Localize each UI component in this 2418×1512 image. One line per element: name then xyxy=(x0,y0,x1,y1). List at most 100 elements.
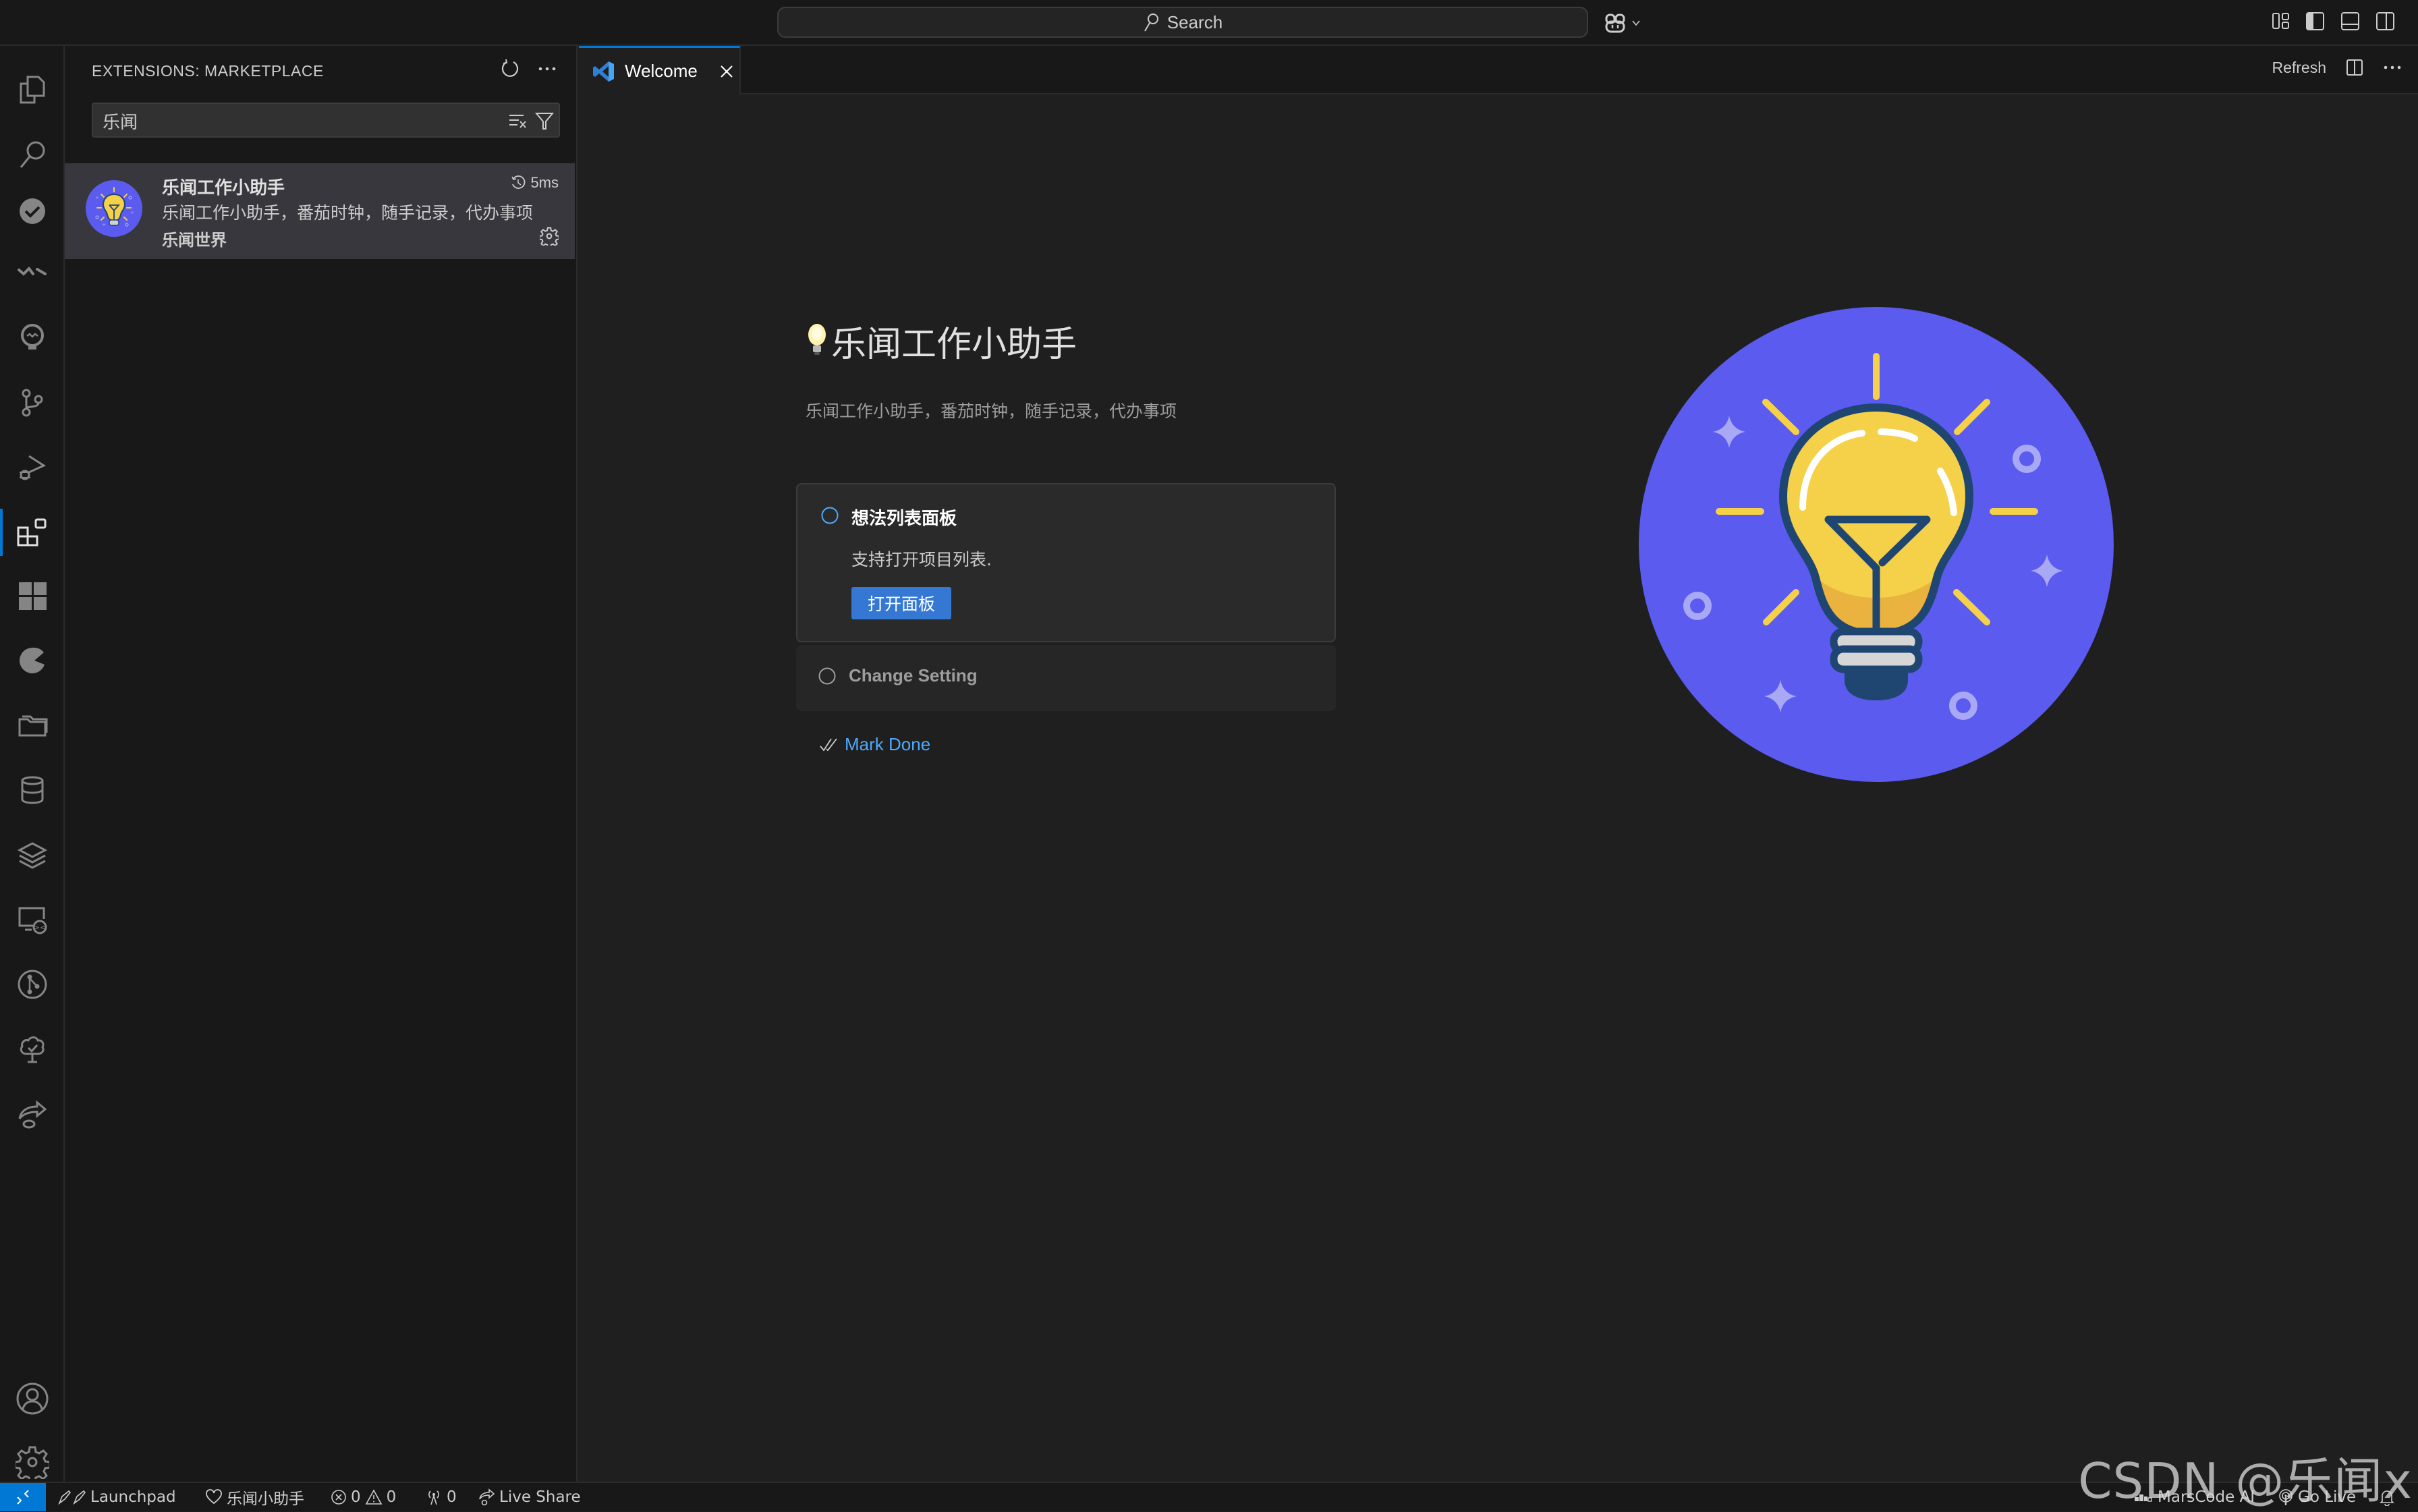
extension-status-label: 乐闻小助手 xyxy=(227,1490,304,1508)
extension-publisher: 乐闻世界 xyxy=(162,231,227,250)
walkthrough-title: 乐闻工作小助手 xyxy=(806,316,1077,366)
live-share-label: Live Share xyxy=(499,1488,581,1506)
account-icon xyxy=(16,1382,49,1416)
live-share-icon xyxy=(17,1098,48,1129)
activity-source-control[interactable] xyxy=(0,372,65,433)
primary-sidebar-icon xyxy=(2305,11,2329,31)
search-box-actions xyxy=(507,111,555,131)
check-all-icon xyxy=(819,737,839,753)
tab-welcome[interactable]: Welcome xyxy=(579,46,741,94)
error-icon xyxy=(331,1489,347,1505)
walkthrough-step-expanded[interactable]: 想法列表面板 支持打开项目列表. 打开面板 xyxy=(796,483,1336,642)
vscode-logo-icon xyxy=(592,60,615,83)
extensions-icon xyxy=(16,517,49,548)
activity-tree-check[interactable] xyxy=(0,1019,65,1080)
heart-icon xyxy=(205,1489,223,1505)
status-bar: Launchpad 乐闻小助手 0 0 0 Live Share MarsCod… xyxy=(0,1482,2418,1511)
filter-icon[interactable] xyxy=(534,111,555,131)
activity-search[interactable] xyxy=(0,124,65,185)
split-editor-icon[interactable] xyxy=(2345,58,2364,77)
command-center-search[interactable]: Search xyxy=(777,7,1588,38)
activity-explorer[interactable] xyxy=(0,59,65,120)
launchpad-item[interactable]: Launchpad xyxy=(57,1483,176,1511)
extensions-search-box xyxy=(92,103,560,138)
activity-layers[interactable] xyxy=(0,824,65,885)
history-icon xyxy=(510,175,526,191)
svg-text:><: >< xyxy=(34,924,46,932)
chevron-down-icon xyxy=(1631,20,1641,26)
source-control-icon xyxy=(17,387,48,418)
sidebar-title: EXTENSIONS: MARKETPLACE xyxy=(92,62,324,80)
mark-done-label: Mark Done xyxy=(845,734,931,754)
activity-folders[interactable] xyxy=(0,695,65,756)
activity-remote-explorer[interactable]: >< xyxy=(0,889,65,950)
activity-todo[interactable] xyxy=(0,181,65,242)
extension-list-item[interactable]: + + + 乐闻工作小助手 乐闻工作小助手，番茄时钟，随手记录，代办事项 乐闻世界 … xyxy=(65,163,575,259)
run-debug-icon xyxy=(17,452,48,483)
more-actions-icon[interactable] xyxy=(2383,64,2402,71)
live-share-item[interactable]: Live Share xyxy=(478,1483,581,1511)
folders-icon xyxy=(17,710,48,741)
svg-text:+: + xyxy=(95,194,99,201)
toggle-secondary-sidebar-button[interactable] xyxy=(2375,11,2399,35)
open-panel-button[interactable]: 打开面板 xyxy=(851,587,952,619)
activity-pie[interactable] xyxy=(0,630,65,691)
activity-lightbulb[interactable] xyxy=(0,308,65,368)
mark-done-link[interactable]: Mark Done xyxy=(819,734,930,755)
extension-lightbulb-icon: + + + xyxy=(85,179,143,237)
activity-live-share[interactable] xyxy=(0,1084,65,1144)
search-icon xyxy=(17,139,48,170)
remote-indicator-button[interactable] xyxy=(0,1483,46,1511)
remote-explorer-icon: >< xyxy=(17,904,48,935)
launchpad-label: Launchpad xyxy=(90,1488,176,1506)
lightbulb-icon xyxy=(17,323,48,354)
walkthrough-illustration xyxy=(1638,306,2114,783)
refresh-button[interactable]: Refresh xyxy=(2272,59,2326,77)
remote-icon xyxy=(15,1489,31,1505)
customize-layout-button[interactable] xyxy=(2271,11,2295,35)
refresh-icon[interactable] xyxy=(501,58,521,80)
tree-check-icon xyxy=(17,1034,48,1065)
step-title: Change Setting xyxy=(849,665,978,685)
tab-bar: Welcome Refresh xyxy=(579,46,2418,94)
problems-item[interactable]: 0 0 xyxy=(331,1483,396,1511)
panel-icon xyxy=(2340,11,2364,31)
files-icon xyxy=(17,74,48,105)
activation-time-value: 5ms xyxy=(530,174,559,191)
close-icon[interactable] xyxy=(719,64,734,79)
extension-description: 乐闻工作小助手，番茄时钟，随手记录，代办事项 xyxy=(162,203,534,223)
extension-manage-button[interactable] xyxy=(540,227,559,246)
step-title: 想法列表面板 xyxy=(851,509,957,529)
error-count: 0 xyxy=(351,1488,361,1506)
svg-text:+: + xyxy=(102,221,105,228)
git-graph-icon xyxy=(17,969,48,1000)
live-share-icon xyxy=(478,1488,495,1506)
ports-item[interactable]: 0 xyxy=(425,1483,457,1511)
toggle-panel-button[interactable] xyxy=(2340,11,2364,35)
activity-accounts[interactable] xyxy=(0,1368,65,1429)
svg-text:+: + xyxy=(130,209,134,216)
more-actions-icon[interactable] xyxy=(537,65,557,72)
activity-git-graph[interactable] xyxy=(0,954,65,1015)
activity-run-debug[interactable] xyxy=(0,437,65,498)
tab-label: Welcome xyxy=(625,61,698,81)
extensions-search-input[interactable] xyxy=(101,104,482,138)
search-label: Search xyxy=(1166,11,1223,32)
copilot-icon xyxy=(1604,12,1627,34)
activity-extensions[interactable] xyxy=(0,502,65,563)
walkthrough-title-text: 乐闻工作小助手 xyxy=(831,325,1077,365)
activity-grid[interactable] xyxy=(0,565,65,626)
copilot-menu-button[interactable] xyxy=(1604,9,1641,36)
lightbulb-emoji-icon xyxy=(806,323,828,360)
extension-status-item[interactable]: 乐闻小助手 xyxy=(205,1483,304,1511)
toggle-primary-sidebar-button[interactable] xyxy=(2305,11,2329,35)
activity-database[interactable] xyxy=(0,760,65,820)
activity-marscode[interactable] xyxy=(0,242,65,302)
walkthrough-step-collapsed[interactable]: Change Setting xyxy=(796,645,1336,711)
clear-filter-icon[interactable] xyxy=(507,111,528,131)
activation-time: 5ms xyxy=(510,174,559,192)
gear-icon xyxy=(16,1445,49,1479)
ports-count: 0 xyxy=(447,1488,457,1506)
step-description: 支持打开项目列表. xyxy=(851,550,992,569)
csdn-watermark: CSDN @乐闻x xyxy=(2078,1453,2413,1509)
